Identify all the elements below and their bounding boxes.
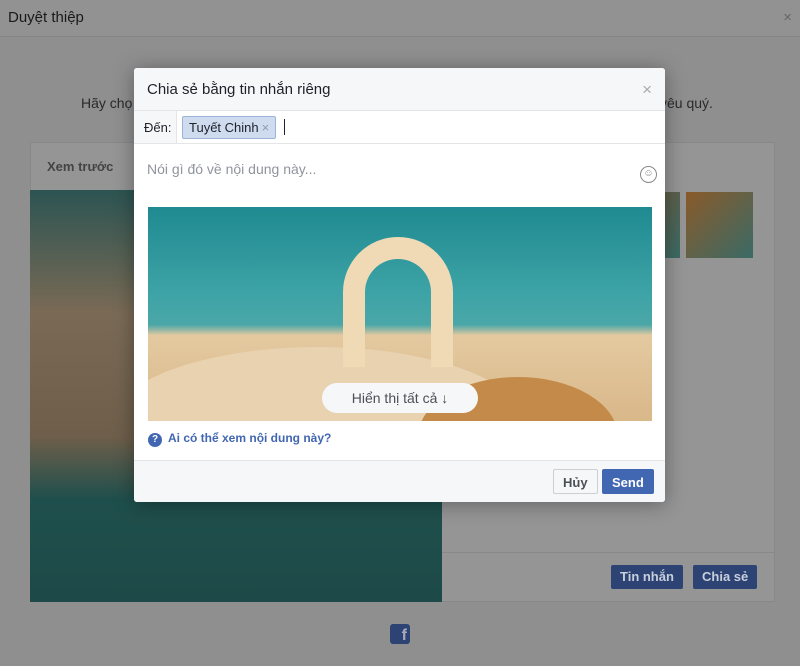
card-thumbnail[interactable] — [686, 192, 753, 258]
recipient-name: Tuyết Chinh — [189, 120, 259, 135]
privacy-link-text: Ai có thể xem nội dung này? — [168, 431, 332, 445]
text-cursor — [284, 119, 285, 135]
emoji-icon[interactable]: ☺ — [640, 166, 657, 183]
close-icon[interactable]: × — [642, 80, 652, 100]
cancel-button[interactable]: Hủy — [553, 469, 598, 494]
show-all-button[interactable]: Hiển thị tất cả ↓ — [322, 383, 478, 413]
to-label: Đến: — [134, 111, 177, 143]
close-icon[interactable]: × — [783, 9, 792, 26]
help-icon: ? — [148, 433, 162, 447]
page-title: Duyệt thiệp — [8, 9, 84, 26]
dialog-header: Chia sẻ bằng tin nhắn riêng × — [134, 68, 665, 111]
facebook-icon[interactable]: f — [390, 624, 410, 644]
dialog-title: Chia sẻ bằng tin nhắn riêng — [147, 81, 331, 98]
share-dialog: Chia sẻ bằng tin nhắn riêng × Đến: Tuyết… — [134, 68, 665, 502]
send-button[interactable]: Send — [602, 469, 654, 494]
page-header: Duyệt thiệp × — [0, 0, 800, 37]
share-button[interactable]: Chia sẻ — [693, 565, 758, 589]
recipient-chip: Tuyết Chinh × — [182, 116, 277, 139]
preview-label: Xem trước — [47, 159, 114, 174]
dialog-footer: Hủy Send — [134, 460, 665, 502]
remove-icon[interactable]: × — [262, 120, 270, 135]
subtitle-fragment: yêu quý. — [660, 95, 713, 111]
divider — [442, 552, 775, 553]
recipient-field[interactable]: Đến: Tuyết Chinh × — [134, 111, 665, 144]
message-button[interactable]: Tin nhắn — [611, 565, 683, 589]
subtitle-fragment: Hãy chọ — [81, 95, 133, 111]
message-input[interactable]: Nói gì đó về nội dung này... — [147, 161, 316, 177]
shared-card-image: Hiển thị tất cả ↓ — [148, 207, 652, 421]
privacy-link[interactable]: ? Ai có thể xem nội dung này? — [148, 431, 331, 447]
